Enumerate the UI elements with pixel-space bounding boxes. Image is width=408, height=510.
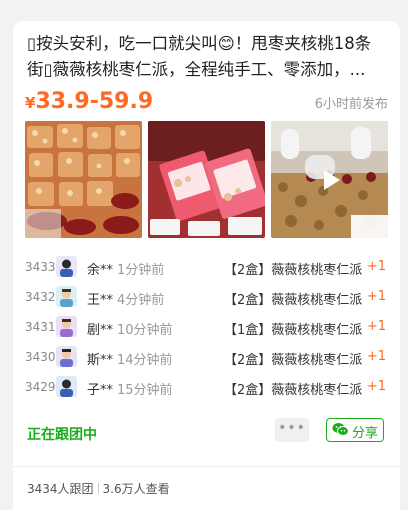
order-item: 【2盒】薇薇核桃枣仁派 [224,263,363,278]
order-rank: 3433 [25,260,56,274]
order-row: 3432 王** 4分钟前 【2盒】薇薇核桃枣仁派 +1 [13,283,400,313]
order-qty: +1 [366,379,386,394]
order-row: 3433 余** 1分钟前 【2盒】薇薇核桃枣仁派 +1 [13,253,400,283]
username: 子** [87,383,114,398]
stats-footer: 3434人跟团 3.6万人查看 [27,480,170,497]
wechat-icon [332,422,349,441]
order-qty: +1 [366,289,386,304]
order-time: 14分钟前 [117,353,173,368]
order-row: 3431 剧** 10分钟前 【1盒】薇薇核桃枣仁派 +1 [13,313,400,343]
order-time: 15分钟前 [117,383,173,398]
username: 剧** [87,323,114,338]
product-image-2[interactable] [148,121,265,238]
view-count: 3.6万人查看 [102,482,170,496]
currency-symbol: ¥ [25,94,36,112]
posted-time: 6小时前发布 [314,97,388,112]
order-rank: 3431 [25,320,56,334]
order-rank: 3430 [25,350,56,364]
order-time: 1分钟前 [117,263,165,278]
divider [13,466,400,467]
order-time: 4分钟前 [117,293,165,308]
order-row: 3430 斯** 14分钟前 【2盒】薇薇核桃枣仁派 +1 [13,343,400,373]
order-qty: +1 [366,349,386,364]
order-user: 斯** 14分钟前 [87,349,173,368]
order-item: 【2盒】薇薇核桃枣仁派 [224,383,363,398]
order-qty: +1 [366,259,386,274]
order-time: 10分钟前 [117,323,173,338]
avatar [56,286,77,307]
order-user: 剧** 10分钟前 [87,319,173,338]
order-rank: 3429 [25,380,56,394]
order-rank: 3432 [25,290,56,304]
order-qty: +1 [366,319,386,334]
order-item: 【2盒】薇薇核桃枣仁派 [224,353,363,368]
play-icon[interactable] [315,165,345,195]
following-status: 正在跟团中 [27,427,97,443]
share-label: 分享 [352,426,379,441]
username: 余** [87,263,114,278]
price-range: ¥33.9-59.9 [25,89,153,114]
username: 王** [87,293,114,308]
product-video-thumbnail[interactable] [271,121,388,238]
product-image-1[interactable] [25,121,142,238]
avatar [56,376,77,397]
price-value: 33.9-59.9 [35,89,154,114]
post-title[interactable]: ▯按头安利，吃一口就尖叫😊！甩枣夹核桃18条街▯薇薇核桃枣仁派，全程纯手工、零添… [27,31,387,83]
username: 斯** [87,353,114,368]
avatar [56,316,77,337]
separator [97,483,99,494]
order-item: 【2盒】薇薇核桃枣仁派 [224,293,363,308]
order-user: 余** 1分钟前 [87,259,164,278]
order-user: 子** 15分钟前 [87,379,173,398]
share-button[interactable]: 分享 [326,418,384,442]
order-row: 3429 子** 15分钟前 【2盒】薇薇核桃枣仁派 +1 [13,373,400,403]
order-user: 王** 4分钟前 [87,289,164,308]
more-button[interactable]: ••• [275,418,309,442]
avatar [56,346,77,367]
recent-orders-list: 3433 余** 1分钟前 【2盒】薇薇核桃枣仁派 +1 3432 王** 4分钟前… [13,253,400,403]
group-count: 3434人跟团 [27,482,94,496]
order-item: 【1盒】薇薇核桃枣仁派 [224,323,363,338]
avatar [56,256,77,277]
group-buy-card[interactable]: ▯按头安利，吃一口就尖叫😊！甩枣夹核桃18条街▯薇薇核桃枣仁派，全程纯手工、零添… [13,21,400,510]
